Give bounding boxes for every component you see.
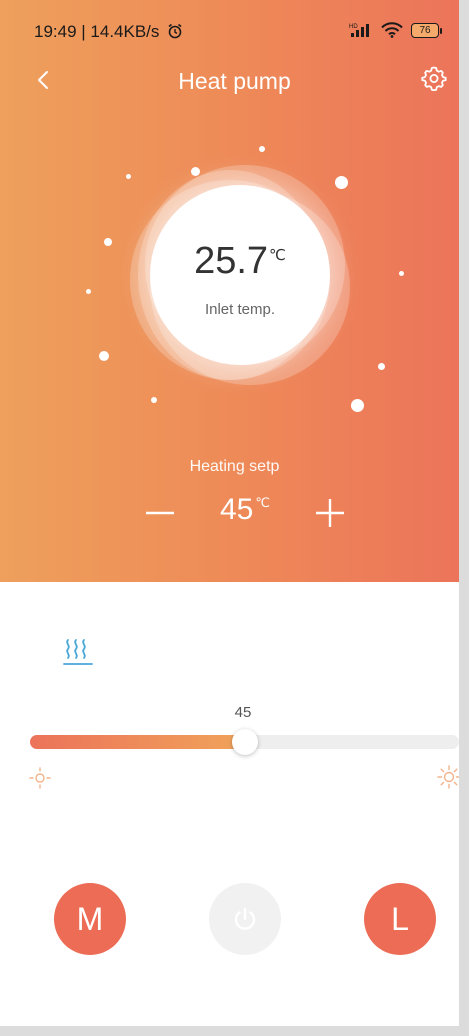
dot (335, 176, 348, 189)
alarm-clock-icon (168, 23, 182, 39)
battery-icon: 76 (411, 22, 442, 38)
dot (259, 146, 265, 152)
gear-icon[interactable] (421, 65, 447, 91)
svg-text:HD: HD (349, 24, 358, 30)
app-header: Heat pump (0, 58, 459, 102)
dot (126, 174, 131, 179)
heating-setpoint-label: Heating setp (189, 458, 280, 475)
status-time-speed: 19:49 | 14.4KB/s (34, 22, 160, 41)
slider-value-label: 45 (234, 704, 252, 721)
inlet-temp-value: 25.7℃ (150, 240, 330, 283)
dot (99, 351, 109, 361)
sun-low-icon (29, 767, 51, 789)
hero-panel: 19:49 | 14.4KB/s HD 76 Heat pump 25.7℃ I… (0, 0, 459, 582)
app-screen: 19:49 | 14.4KB/s HD 76 Heat pump 25.7℃ I… (0, 0, 469, 1036)
status-bar: 19:49 | 14.4KB/s HD 76 (0, 0, 459, 60)
power-icon (234, 907, 256, 930)
mode-l-button[interactable]: L (364, 883, 436, 955)
page-title: Heat pump (178, 68, 291, 94)
minus-icon[interactable] (142, 493, 178, 533)
setpoint-value: 45 ℃ (200, 493, 290, 527)
dot (151, 397, 157, 403)
mode-m-button[interactable]: M (54, 883, 126, 955)
inlet-temp-unit: ℃ (269, 247, 286, 264)
sun-high-icon (437, 765, 459, 789)
setpoint-controls: 45 ℃ (0, 493, 459, 537)
slider-thumb[interactable] (231, 729, 258, 755)
status-left: 19:49 | 14.4KB/s (34, 22, 183, 42)
plus-icon[interactable] (312, 493, 348, 533)
dot (86, 289, 91, 294)
inlet-temp-number: 25.7 (194, 240, 269, 282)
dot (351, 399, 364, 412)
mode-l-label: L (391, 900, 409, 937)
hd-signal-icon: HD (349, 24, 369, 37)
dot (104, 238, 112, 246)
inlet-temp-label: Inlet temp. (204, 301, 276, 318)
heating-waves-icon[interactable] (62, 637, 96, 667)
mode-m-label: M (76, 900, 104, 937)
dot (378, 363, 385, 370)
wifi-icon (381, 22, 403, 38)
dot (191, 167, 200, 176)
power-button[interactable] (209, 883, 281, 955)
slider-fill (30, 735, 245, 749)
status-right: HD 76 (349, 22, 442, 38)
battery-level: 76 (419, 24, 431, 36)
setpoint-unit: ℃ (255, 495, 270, 510)
setpoint-number: 45 (220, 493, 254, 526)
dot (399, 271, 404, 276)
setpoint-slider[interactable] (30, 729, 459, 755)
